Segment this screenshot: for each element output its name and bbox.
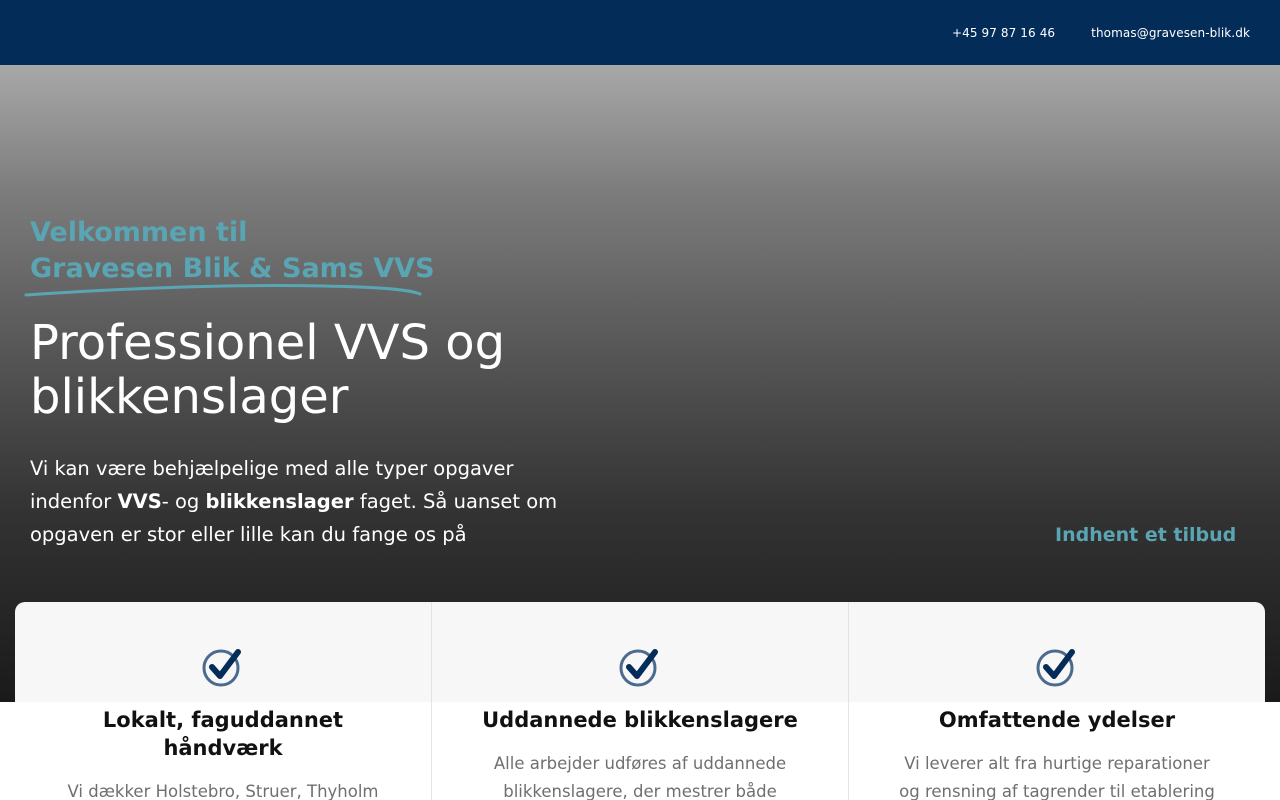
feature-description: Vi dækker Holstebro, Struer, Thyholm [67, 782, 379, 800]
welcome-line-1: Velkommen til [30, 217, 248, 248]
hero-headline: Professionel VVS og blikkenslager [30, 316, 650, 424]
headline-line-2: blikkenslager [30, 369, 349, 425]
top-contact-bar: +45 97 87 16 46 thomas@gravesen-blik.dk [0, 0, 1280, 65]
intro-bold-vvs: VVS [117, 490, 162, 513]
checkmark-circle-icon [1036, 649, 1075, 687]
intro-text-part-2: - og [161, 490, 206, 513]
feature-cards: Lokalt, faguddannet håndværk Vi dækker H… [15, 602, 1265, 800]
feature-card-local: Lokalt, faguddannet håndværk Vi dækker H… [15, 602, 431, 800]
feature-title: Lokalt, faguddannet håndværk [102, 708, 344, 760]
headline-line-1: Professionel VVS og [30, 315, 506, 371]
checkmark-circle-icon [202, 649, 241, 687]
email-link[interactable]: thomas@gravesen-blik.dk [1091, 26, 1250, 40]
feature-description: Alle arbejder udføres af uddannede blikk… [493, 754, 787, 800]
feature-title: Omfattende ydelser [938, 708, 1176, 732]
phone-link[interactable]: +45 97 87 16 46 [952, 26, 1055, 40]
feature-description: Vi leverer alt fra hurtige reparationer … [899, 754, 1215, 800]
brush-underline-decoration [24, 284, 422, 297]
welcome-heading: Velkommen til Gravesen Blik & Sams VVS [30, 215, 435, 287]
hero-intro-text: Vi kan være behjælpelige med alle typer … [30, 452, 570, 551]
intro-bold-blikkenslager: blikkenslager [205, 490, 354, 513]
get-quote-button[interactable]: Indhent et tilbud [1055, 524, 1236, 546]
feature-card-trained: Uddannede blikkenslagere Alle arbejder u… [431, 602, 848, 800]
feature-title: Uddannede blikkenslagere [482, 708, 798, 732]
feature-card-services: Omfattende ydelser Vi leverer alt fra hu… [848, 602, 1265, 800]
checkmark-circle-icon [619, 649, 658, 687]
